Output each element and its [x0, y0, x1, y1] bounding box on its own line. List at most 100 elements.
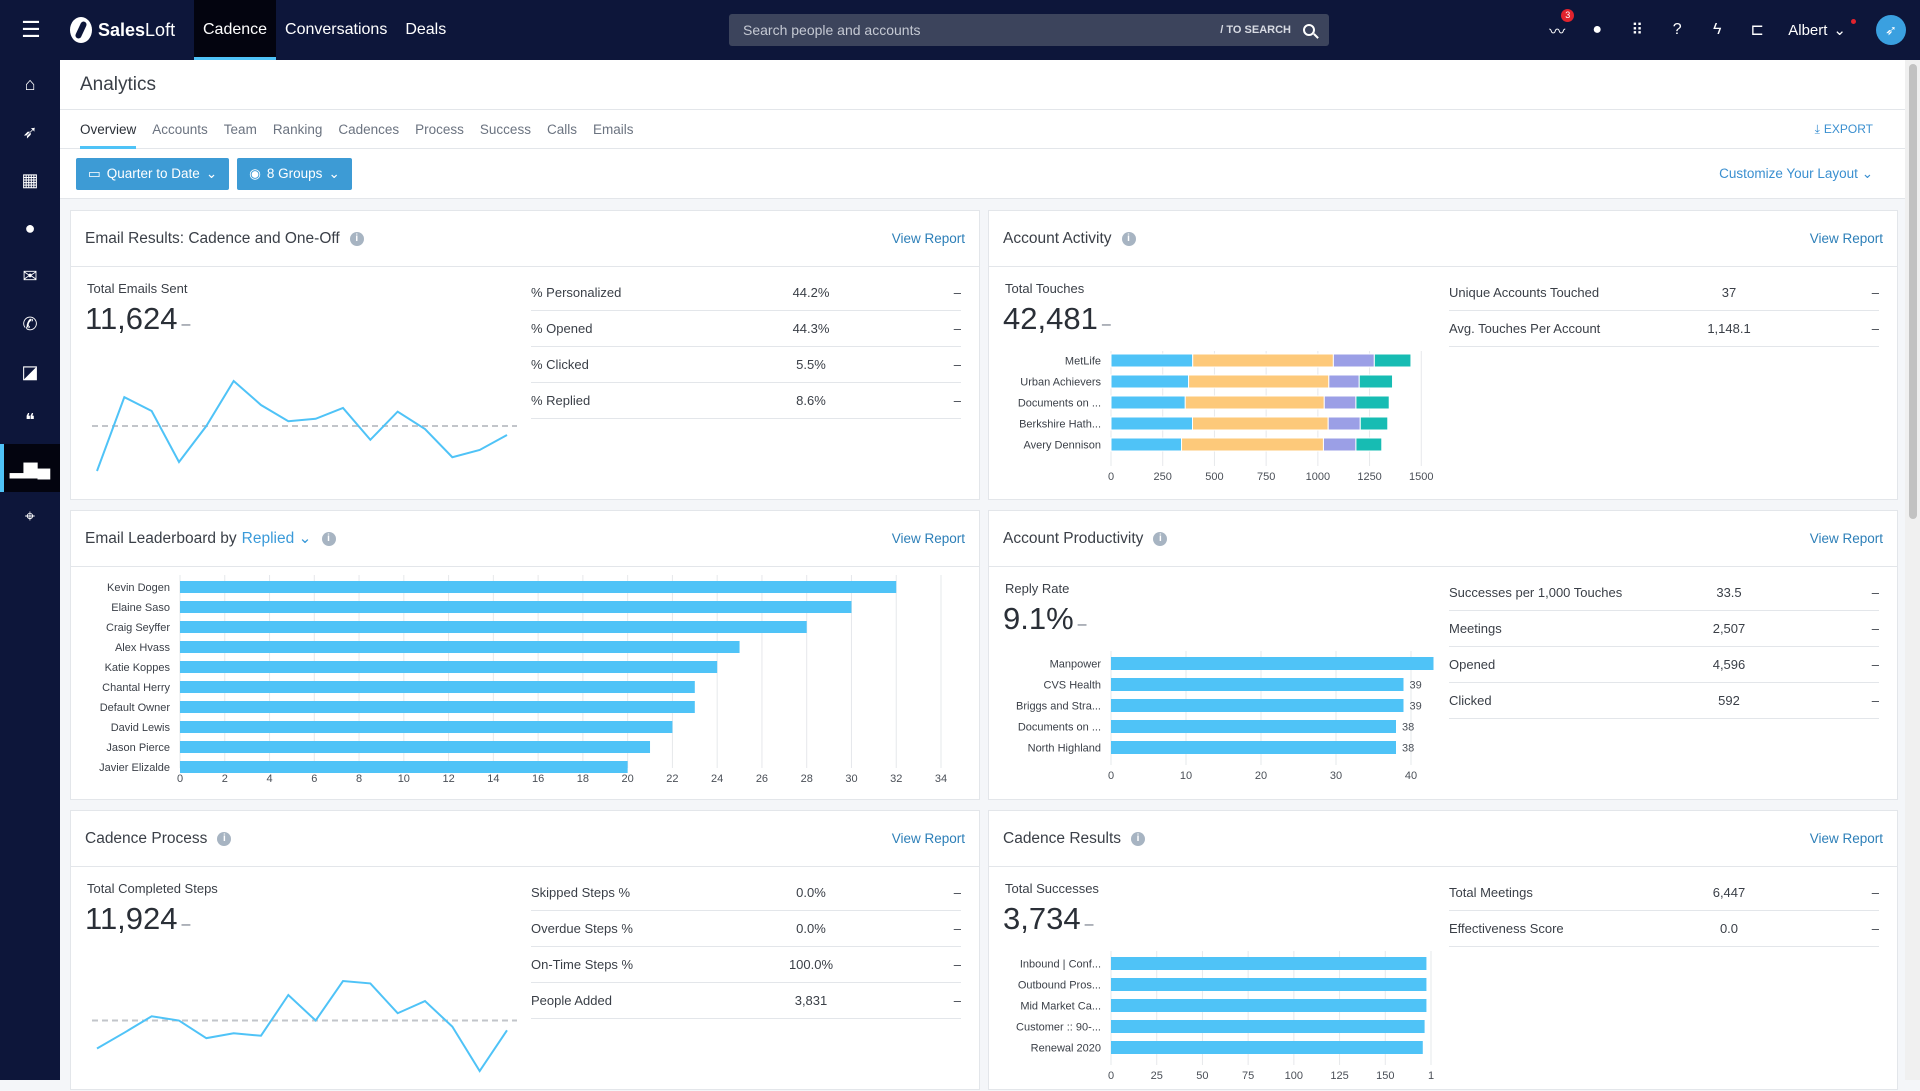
stat-delta: –	[954, 357, 961, 372]
export-button[interactable]: ⤓ EXPORT	[1815, 122, 1873, 137]
tab-process[interactable]: Process	[415, 110, 464, 149]
sidebar-item-accounts[interactable]: ▦	[0, 156, 60, 204]
bar-data-label: 38	[1402, 743, 1414, 755]
menu-icon[interactable]: ☰	[0, 0, 62, 60]
sidebar-item-email[interactable]: ✉	[0, 252, 60, 300]
integrations-icon[interactable]: ⊏	[1748, 20, 1766, 40]
info-icon[interactable]: i	[1153, 532, 1167, 546]
card-title: Email Leaderboard by	[85, 530, 237, 548]
stat-delta: –	[954, 285, 961, 300]
chevron-down-icon: ⌄	[1833, 21, 1846, 39]
metric-value: 11,624–	[85, 301, 190, 337]
view-report-link[interactable]: View Report	[892, 531, 965, 546]
nav-tab-conversations[interactable]: Conversations	[276, 0, 396, 60]
stat-label: Effectiveness Score	[1449, 921, 1679, 936]
cadence-process-card: Cadence ProcessiView Report Total Comple…	[70, 810, 980, 1090]
search-input[interactable]: Search people and accounts / TO SEARCH	[729, 14, 1329, 46]
info-icon[interactable]: i	[1131, 832, 1145, 846]
sidebar-item-analytics[interactable]: ▂▆▄	[0, 444, 60, 492]
user-menu[interactable]: Albert ⌄	[1788, 21, 1846, 39]
help-icon[interactable]: ?	[1668, 21, 1686, 39]
tab-ranking[interactable]: Ranking	[273, 110, 323, 149]
search-icon[interactable]	[1303, 24, 1315, 36]
x-tick-label: 25	[1151, 1070, 1163, 1082]
rocket-avatar-icon[interactable]: ➶	[1876, 15, 1906, 45]
y-category-label: Documents on ...	[1018, 722, 1101, 734]
tab-emails[interactable]: Emails	[593, 110, 634, 149]
stat-row: % Clicked5.5%–	[531, 347, 961, 383]
user-name: Albert	[1788, 22, 1827, 39]
x-tick-label: 1000	[1306, 471, 1330, 483]
bolt-icon[interactable]: ϟ	[1708, 21, 1726, 39]
bar-segment	[1193, 354, 1334, 367]
page-scrollbar[interactable]	[1905, 60, 1920, 1080]
view-report-link[interactable]: View Report	[1810, 831, 1883, 846]
view-report-link[interactable]: View Report	[892, 231, 965, 246]
view-report-link[interactable]: View Report	[892, 831, 965, 846]
chat-icon[interactable]: ●	[1588, 21, 1606, 39]
search-placeholder: Search people and accounts	[743, 22, 1220, 38]
y-category-label: Outbound Pros...	[1018, 980, 1101, 992]
bar-chart-icon: ▂▆▄	[10, 458, 50, 479]
sidebar-item-quotes[interactable]: ❝	[0, 396, 60, 444]
sidebar-item-settings[interactable]: ⌖	[0, 492, 60, 540]
stat-label: Meetings	[1449, 621, 1679, 636]
x-tick-label: 12	[442, 773, 454, 785]
bar-segment	[1185, 396, 1324, 409]
x-tick-label: 22	[666, 773, 678, 785]
tab-calls[interactable]: Calls	[547, 110, 577, 149]
info-icon[interactable]: i	[350, 232, 364, 246]
bar-segment	[1333, 354, 1374, 367]
stat-value: 3,831	[761, 993, 861, 1008]
tab-overview[interactable]: Overview	[80, 110, 136, 149]
stat-value: 33.5	[1679, 585, 1779, 600]
salesloft-logo[interactable]: SalesLoft	[70, 17, 194, 43]
bar-segment	[1193, 417, 1329, 430]
sidebar-item-home[interactable]: ⌂	[0, 60, 60, 108]
bar-segment	[1356, 438, 1382, 451]
tab-success[interactable]: Success	[480, 110, 531, 149]
bar	[180, 581, 896, 593]
sidebar-item-notes[interactable]: ◪	[0, 348, 60, 396]
date-range-dropdown[interactable]: ▭ Quarter to Date ⌄	[76, 158, 229, 190]
x-tick-label: 125	[1330, 1070, 1348, 1082]
chevron-down-icon: ⌄	[1862, 166, 1873, 181]
info-icon[interactable]: i	[217, 832, 231, 846]
tab-cadences[interactable]: Cadences	[338, 110, 399, 149]
bar	[180, 701, 695, 713]
stat-row: Effectiveness Score0.0–	[1449, 911, 1879, 947]
stat-row: Total Meetings6,447–	[1449, 875, 1879, 911]
bar	[180, 721, 672, 733]
top-navigation: ☰ SalesLoft Cadence Conversations Deals …	[0, 0, 1920, 60]
stats-list: % Personalized44.2%–% Opened44.3%–% Clic…	[531, 275, 961, 419]
metric-dropdown[interactable]: Replied ⌄	[242, 529, 312, 548]
stat-label: Clicked	[1449, 693, 1679, 708]
sidebar-item-people[interactable]: ●	[0, 204, 60, 252]
scrollbar-thumb[interactable]	[1909, 64, 1917, 519]
download-icon: ⤓	[1815, 122, 1820, 137]
view-report-link[interactable]: View Report	[1810, 231, 1883, 246]
stat-row: On-Time Steps %100.0%–	[531, 947, 961, 983]
nav-tab-cadence[interactable]: Cadence	[194, 0, 276, 60]
nav-tab-deals[interactable]: Deals	[396, 0, 455, 60]
customize-layout-dropdown[interactable]: Customize Your Layout ⌄	[1719, 166, 1873, 182]
stat-value: 4,596	[1679, 657, 1779, 672]
tab-team[interactable]: Team	[224, 110, 257, 149]
tab-accounts[interactable]: Accounts	[152, 110, 208, 149]
sidebar-item-calls[interactable]: ✆	[0, 300, 60, 348]
view-report-link[interactable]: View Report	[1810, 531, 1883, 546]
groups-dropdown[interactable]: ◉ 8 Groups ⌄	[237, 158, 352, 190]
home-icon: ⌂	[25, 74, 36, 95]
stat-delta: –	[954, 921, 961, 936]
activity-icon[interactable]: 〰3	[1548, 18, 1566, 42]
stat-row: Skipped Steps %0.0%–	[531, 875, 961, 911]
dialpad-icon[interactable]: ⠿	[1628, 20, 1646, 40]
stat-delta: –	[1872, 657, 1879, 672]
stat-value: 0.0%	[761, 885, 861, 900]
bar	[180, 601, 851, 613]
y-category-label: Customer :: 90-...	[1016, 1022, 1101, 1034]
bar-segment	[1360, 417, 1388, 430]
info-icon[interactable]: i	[322, 532, 336, 546]
info-icon[interactable]: i	[1122, 232, 1136, 246]
sidebar-item-cadence[interactable]: ➶	[0, 108, 60, 156]
